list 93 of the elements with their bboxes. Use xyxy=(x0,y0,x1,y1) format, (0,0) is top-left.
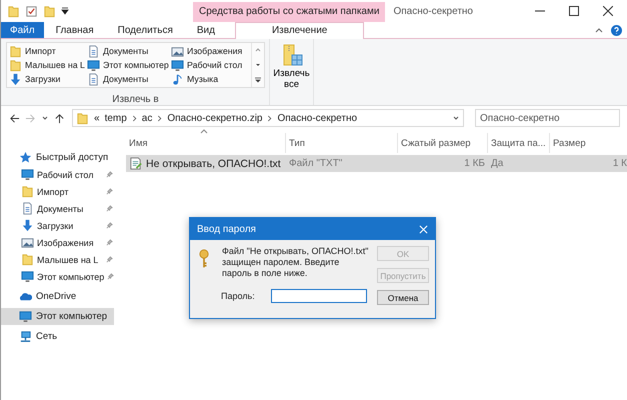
folder-icon xyxy=(21,253,34,266)
file-row[interactable]: Не открывать, ОПАСНО!.txt Файл "TXT" 1 КБ Да 1 К xyxy=(126,155,627,172)
destination-item[interactable]: Документы xyxy=(87,72,171,86)
address-bar[interactable]: « temp ac Опасно-секретно.zip Опасно-секретно xyxy=(72,109,464,127)
cloud-icon xyxy=(19,290,32,303)
nav-item[interactable]: Импорт xyxy=(1,183,114,200)
maximize-icon[interactable] xyxy=(569,6,579,16)
monitor-icon xyxy=(21,168,34,181)
nav-item[interactable]: Сеть xyxy=(1,328,114,345)
breadcrumb[interactable]: Опасно-секретно.zip xyxy=(167,112,262,124)
key-icon xyxy=(199,248,209,270)
picture-icon xyxy=(21,236,34,249)
breadcrumb[interactable]: temp xyxy=(104,112,127,124)
text-file-icon xyxy=(129,157,142,170)
window-title: Опасно-секретно xyxy=(393,6,474,16)
back-arrow-icon[interactable] xyxy=(9,112,20,124)
folder-icon xyxy=(9,44,22,58)
music-note-icon xyxy=(171,72,184,86)
password-field[interactable] xyxy=(270,289,367,303)
monitor-icon xyxy=(21,270,34,283)
properties-icon[interactable] xyxy=(25,4,38,18)
help-icon[interactable] xyxy=(611,24,622,36)
file-menu-tab[interactable]: Файл xyxy=(1,22,44,38)
document-icon xyxy=(87,72,100,86)
column-header[interactable]: Сжатый размер xyxy=(398,133,488,153)
chevron-icon xyxy=(157,114,162,122)
address-dropdown-icon[interactable] xyxy=(452,114,460,122)
monitor-icon xyxy=(87,58,100,72)
pin-icon[interactable] xyxy=(106,239,113,246)
column-header[interactable]: Имя xyxy=(126,133,286,153)
monitor-icon xyxy=(19,310,32,323)
context-tab-title: Средства работы со сжатыми папками xyxy=(193,2,386,22)
dialog-title: Ввод пароля xyxy=(197,224,256,234)
chevron-icon xyxy=(267,114,272,122)
nav-item[interactable]: Быстрый доступ xyxy=(1,149,114,166)
pin-icon[interactable] xyxy=(107,273,114,280)
pin-icon[interactable] xyxy=(106,256,113,263)
table-cell: 1 К xyxy=(612,158,627,169)
recent-dropdown-icon[interactable] xyxy=(41,114,49,122)
destination-item[interactable]: Документы xyxy=(87,44,171,58)
document-icon xyxy=(21,202,34,215)
table-cell: Не открывать, ОПАСНО!.txt xyxy=(146,158,281,170)
column-header[interactable]: Защита па... xyxy=(488,133,550,153)
destination-item[interactable]: Малышев на L xyxy=(9,58,87,72)
destination-item[interactable]: Музыка xyxy=(171,72,249,86)
close-icon[interactable] xyxy=(603,6,613,16)
network-icon xyxy=(19,330,32,343)
document-icon xyxy=(87,44,100,58)
nav-item[interactable]: Загрузки xyxy=(1,217,114,234)
folder-icon xyxy=(76,112,89,124)
destination-item[interactable]: Импорт xyxy=(9,44,87,58)
dropdown-icon[interactable] xyxy=(61,7,69,15)
search-field[interactable]: Опасно-секретно xyxy=(475,109,620,127)
destination-item[interactable]: Этот компьютер xyxy=(87,58,171,72)
breadcrumb[interactable]: Опасно-секретно xyxy=(277,112,358,124)
pin-icon[interactable] xyxy=(106,171,113,178)
nav-item[interactable]: Изображения xyxy=(1,234,114,251)
nav-item[interactable]: OneDrive xyxy=(1,288,114,305)
table-cell: 1 КБ xyxy=(464,158,485,169)
dialog-button[interactable]: Отмена xyxy=(377,290,429,305)
pin-icon[interactable] xyxy=(106,222,113,229)
more-icon[interactable] xyxy=(254,76,262,84)
column-header[interactable]: Размер xyxy=(550,133,627,153)
pin-icon[interactable] xyxy=(106,205,113,212)
nav-item[interactable]: Документы xyxy=(1,200,114,217)
destination-item[interactable]: Рабочий стол xyxy=(171,58,249,72)
down-arrow-icon xyxy=(9,72,22,86)
collapse-ribbon-icon[interactable] xyxy=(595,26,603,34)
chevron-icon xyxy=(132,114,137,122)
overflow-mark[interactable]: « xyxy=(94,112,100,124)
destination-item[interactable]: Изображения xyxy=(171,44,249,58)
pin-icon[interactable] xyxy=(106,188,113,195)
up-arrow-icon[interactable] xyxy=(54,112,65,124)
nav-item[interactable]: Этот компьютер xyxy=(1,268,114,285)
breadcrumb[interactable]: ac xyxy=(142,112,152,124)
picture-icon xyxy=(171,44,184,58)
nav-item[interactable]: Малышев на L xyxy=(1,251,114,268)
down-arrow-icon xyxy=(21,219,34,232)
folder-icon xyxy=(9,58,22,72)
extract-all-button[interactable]: Извлечь все xyxy=(270,39,314,105)
monitor-icon xyxy=(171,58,184,72)
field-label: Пароль: xyxy=(221,291,255,301)
table-cell: Да xyxy=(491,158,504,169)
table-cell: Файл "TXT" xyxy=(289,158,342,169)
nav-item[interactable]: Этот компьютер xyxy=(1,308,114,325)
star-icon xyxy=(19,151,32,164)
dialog-message: Файл "Не открывать, ОПАСНО!.txt" защищен паролем. Введите пароль в поле ниже. xyxy=(222,246,370,279)
column-header[interactable]: Тип xyxy=(286,133,398,153)
ribbon-tab[interactable]: Извлечение xyxy=(234,22,364,38)
folder-icon xyxy=(21,185,34,198)
group-label: Извлечь в xyxy=(112,94,159,105)
nav-item[interactable]: Рабочий стол xyxy=(1,166,114,183)
destination-item[interactable]: Загрузки xyxy=(9,72,87,86)
